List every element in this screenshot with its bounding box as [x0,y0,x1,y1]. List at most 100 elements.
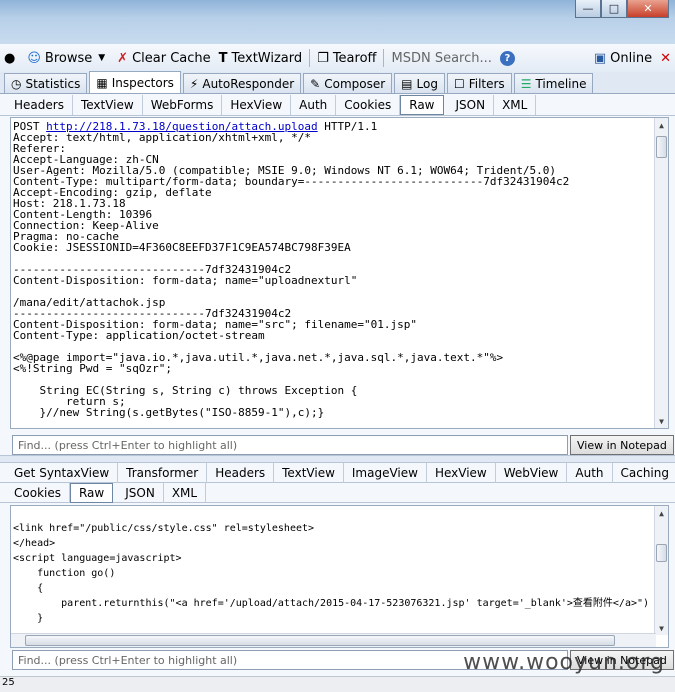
maximize-button[interactable]: □ [601,0,627,18]
browse-button[interactable]: ☺ Browse ▼ [23,47,113,69]
response-tab-webview[interactable]: WebView [496,462,568,483]
request-tab-raw[interactable]: Raw [400,94,444,115]
tab-label: AutoResponder [202,76,295,91]
log-icon: ▤ [401,76,413,91]
close-button[interactable]: ✕ [627,0,669,18]
toolbar-separator [383,49,385,67]
statistics-icon: ◷ [11,76,22,91]
msdn-search-placeholder: MSDN Search... [391,50,492,66]
response-tab-hexview[interactable]: HexView [427,462,496,483]
timeline-icon: ☰ [520,76,532,91]
tab-composer[interactable]: ✎ Composer [303,73,393,93]
response-tab-imageview[interactable]: ImageView [344,462,427,483]
response-tab-textview[interactable]: TextView [274,462,344,483]
response-vertical-scrollbar[interactable]: ▲ ▼ [654,506,668,635]
response-horizontal-scrollbar[interactable] [11,633,656,647]
clear-cache-button[interactable]: ✗ Clear Cache [113,47,214,69]
request-tab-cookies[interactable]: Cookies [336,94,401,115]
request-findbar: Find... (press Ctrl+Enter to highlight a… [12,434,674,456]
online-indicator[interactable]: ▣ Online ✕ [590,47,675,69]
tab-inspectors[interactable]: ▦ Inspectors [89,71,181,93]
request-vertical-scrollbar[interactable]: ▲ ▼ [654,118,668,428]
request-tab-json[interactable]: JSON [448,94,495,115]
status-bar: 25 [0,676,675,692]
request-tab-xml[interactable]: XML [494,94,537,115]
response-tab-caching[interactable]: Caching [613,463,675,483]
tab-label: Log [416,76,438,91]
stop-capture-button[interactable]: ● [0,47,23,69]
tab-autoresponder[interactable]: ⚡ AutoResponder [182,73,302,93]
response-tab-xml[interactable]: XML [164,482,207,503]
scroll-up-arrow-icon[interactable]: ▲ [655,118,668,132]
response-panel: Get SyntaxView Transformer Headers TextV… [0,462,675,676]
textwizard-icon: T [218,50,228,66]
request-view-in-notepad-button[interactable]: View in Notepad [570,435,674,455]
request-panel: Headers TextView WebForms HexView Auth C… [0,94,675,455]
online-label: Online [610,50,653,66]
tab-statistics[interactable]: ◷ Statistics [4,73,88,93]
response-tab-auth[interactable]: Auth [567,462,613,483]
scroll-down-arrow-icon[interactable]: ▼ [655,621,668,635]
scrollbar-thumb[interactable] [656,136,667,158]
help-button[interactable]: ? [496,47,519,69]
scrollbar-thumb[interactable] [656,544,667,562]
watermark: www.wooyun.org [463,650,665,675]
toolbar-separator [309,49,311,67]
request-tab-auth[interactable]: Auth [291,94,337,115]
msdn-search-input[interactable]: MSDN Search... [387,47,495,69]
request-raw-text[interactable]: POST http://218.1.73.18/question/attach.… [10,117,669,429]
scroll-up-arrow-icon[interactable]: ▲ [655,506,668,520]
request-tab-hexview[interactable]: HexView [222,94,292,115]
composer-icon: ✎ [310,76,321,91]
tab-label: Timeline [535,76,587,91]
horizontal-scrollbar-thumb[interactable] [25,635,615,646]
tab-timeline[interactable]: ☰ Timeline [513,73,594,93]
inspectors-icon: ▦ [96,75,108,90]
tab-label: Composer [324,76,386,91]
minimize-button[interactable]: — [575,0,601,18]
tab-log[interactable]: ▤ Log [394,73,445,93]
tearoff-label: Tearoff [332,50,377,66]
response-tab-transformer[interactable]: Transformer [118,462,208,483]
filters-checkbox-icon: ☐ [453,76,465,91]
request-tab-headers[interactable]: Headers [6,94,73,115]
request-body: Accept: text/html, application/xhtml+xml… [13,131,570,419]
tab-filters[interactable]: ☐ Filters [446,73,512,93]
response-body: <link href="/public/css/style.css" rel=s… [13,523,650,624]
browse-label: Browse [44,50,93,66]
tab-label: Inspectors [111,75,174,90]
request-tab-textview[interactable]: TextView [73,94,143,115]
request-raw-content: POST http://218.1.73.18/question/attach.… [11,118,668,428]
window-controls: — □ ✕ [575,0,669,18]
stop-icon: ● [4,50,16,66]
request-tab-webforms[interactable]: WebForms [143,94,223,115]
window-titlebar: — □ ✕ [0,0,675,44]
tab-label: Filters [468,76,505,91]
response-tab-json[interactable]: JSON [117,482,164,503]
dropdown-arrow-icon[interactable]: ▼ [98,53,105,63]
tearoff-button[interactable]: ❐ Tearoff [313,47,380,69]
help-icon: ? [499,50,515,66]
tab-label: Statistics [25,76,81,91]
main-toolbar: ● ☺ Browse ▼ ✗ Clear Cache T TextWizard … [0,44,675,72]
textwizard-button[interactable]: T TextWizard [215,47,307,69]
response-tab-headers[interactable]: Headers [207,462,275,483]
status-text: 25 [2,677,15,688]
response-tab-raw[interactable]: Raw [69,482,114,503]
response-subtabs-row1: Get SyntaxView Transformer Headers TextV… [0,462,675,483]
request-protocol: HTTP/1.1 [324,120,378,133]
lightning-icon: ⚡ [189,76,199,91]
ie-icon: ☺ [27,50,41,66]
request-subtabs: Headers TextView WebForms HexView Auth C… [0,94,675,116]
main-tabs: ◷ Statistics ▦ Inspectors ⚡ AutoResponder ✎… [0,71,675,94]
tearoff-icon: ❐ [317,50,329,66]
textwizard-label: TextWizard [231,50,303,66]
close-toolbar-icon[interactable]: ✕ [660,51,671,66]
response-tab-get-syntaxview[interactable]: Get SyntaxView [6,462,119,483]
request-find-input[interactable]: Find... (press Ctrl+Enter to highlight a… [12,435,568,455]
clear-cache-label: Clear Cache [132,50,211,66]
scroll-down-arrow-icon[interactable]: ▼ [655,414,668,428]
response-raw-text[interactable]: <link href="/public/css/style.css" rel=s… [10,505,669,648]
response-tab-cookies[interactable]: Cookies [6,482,70,503]
network-icon: ▣ [593,50,607,66]
